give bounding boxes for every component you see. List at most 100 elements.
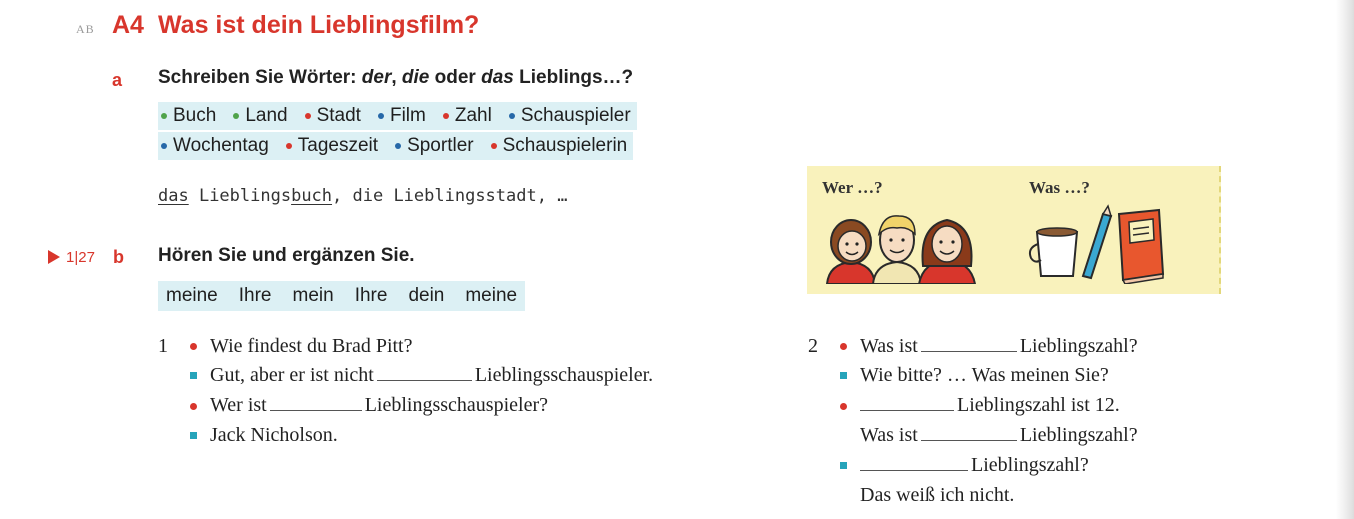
speaker-a-bullet-icon <box>190 343 197 350</box>
speaker-b-bullet-icon <box>840 372 847 379</box>
dialog-text: Lieblingszahl? <box>1019 424 1138 446</box>
dialog-line: Wie findest du Brad Pitt? <box>210 335 413 358</box>
example-article: das <box>158 186 189 206</box>
speaker-b-bullet-icon <box>190 372 197 379</box>
dialog-line: Wer ist Lieblingsschauspieler? <box>210 394 548 417</box>
people-illustration-icon <box>825 215 977 284</box>
word-chip-label: Film <box>389 105 426 126</box>
task-number: A4 <box>112 11 144 39</box>
dialog-text: Lieblingszahl ist 12. <box>957 394 1120 416</box>
dialog-text: Gut, aber er ist nicht <box>210 364 374 386</box>
info-box-who: Wer …? <box>822 178 883 197</box>
dialog-text: Lieblingszahl? <box>1019 335 1138 357</box>
dialog-text: Wer ist <box>210 394 267 416</box>
task-title: Was ist dein Lieblingsfilm? <box>158 11 480 39</box>
word-chips-row-1: Buch Land Stadt Film Zahl Schauspieler <box>158 102 637 130</box>
answer-blank[interactable] <box>860 409 954 411</box>
dialog-text: Lieblingsschauspieler? <box>364 394 548 416</box>
word-bank-item: meine <box>465 285 518 306</box>
dialog-text: Jack Nicholson. <box>210 424 338 446</box>
dialog-text: Was ist <box>860 424 918 446</box>
page-edge-shadow <box>1336 0 1354 519</box>
word-chips-row-2: Wochentag Tageszeit Sportler Schauspielerin <box>158 132 634 160</box>
word-chip-label: Schauspieler <box>520 105 631 126</box>
word-chip: Zahl <box>442 105 492 127</box>
dialog-number: 1 <box>158 335 168 357</box>
word-chip-label: Tageszeit <box>297 135 379 156</box>
word-chip-label: Sportler <box>407 135 474 156</box>
answer-blank[interactable] <box>920 350 1017 352</box>
word-chip: Schauspieler <box>508 105 631 127</box>
subtask-letter-b: b <box>113 247 124 267</box>
word-chip: Tageszeit <box>285 135 379 157</box>
word-chip: Schauspielerin <box>490 135 628 157</box>
answer-blank[interactable] <box>860 469 968 471</box>
speaker-a-bullet-icon <box>840 403 847 410</box>
gender-dot-icon <box>233 113 240 119</box>
speaker-b-bullet-icon <box>190 432 197 439</box>
example-word: buch <box>291 186 333 206</box>
word-chip: Land <box>233 105 288 127</box>
speaker-a-bullet-icon <box>190 403 197 410</box>
word-chip: Sportler <box>395 135 474 157</box>
workbook-reference: AB <box>76 22 95 36</box>
instruction-die: die <box>401 67 430 88</box>
dialog-line: Jack Nicholson. <box>210 424 338 447</box>
dialog-text: Lieblingsschauspieler. <box>474 364 654 386</box>
gender-dot-icon <box>304 113 311 119</box>
subtask-b-instruction: Hören Sie und ergänzen Sie. <box>158 245 415 266</box>
info-box-what: Was …? <box>1029 178 1090 197</box>
dialog-line: Gut, aber er ist nicht Lieblingsschauspi… <box>210 364 653 387</box>
dialog-text: Lieblingszahl? <box>971 454 1089 476</box>
gender-dot-icon <box>161 113 167 119</box>
gender-dot-icon <box>377 113 384 119</box>
subtask-letter-a: a <box>112 70 123 90</box>
gender-dot-icon <box>442 113 449 119</box>
word-bank-item: Ihre <box>354 285 388 306</box>
instruction-der: der <box>361 67 392 88</box>
instruction-text: Schreiben Sie Wörter: <box>158 67 362 88</box>
dialog-line: Was ist Lieblingszahl? <box>860 335 1138 358</box>
instruction-das: das <box>481 67 514 88</box>
word-bank-item: Ihre <box>238 285 272 306</box>
dialog-text: Wie bitte? … Was meinen Sie? <box>860 364 1109 386</box>
word-chip-label: Schauspielerin <box>502 135 628 156</box>
word-chip: Wochentag <box>161 135 269 157</box>
dialog-text: Das weiß ich nicht. <box>860 484 1015 506</box>
word-chip: Stadt <box>304 105 361 127</box>
word-chip: Buch <box>161 105 216 127</box>
example-text: , die Lieblingsstadt, … <box>332 186 568 206</box>
dialog-text: Was ist <box>860 335 918 357</box>
audio-track-number: 1|27 <box>66 249 95 266</box>
dialog-text: Wie findest du Brad Pitt? <box>210 335 413 357</box>
word-chip: Film <box>377 105 426 127</box>
example-answer: das Lieblingsbuch, die Lieblingsstadt, … <box>158 186 567 206</box>
word-bank-item: meine <box>166 285 218 306</box>
speaker-a-bullet-icon <box>840 343 847 350</box>
gender-dot-icon <box>508 113 515 119</box>
answer-blank[interactable] <box>269 409 362 411</box>
word-bank-item: dein <box>408 285 445 306</box>
instruction-text: Lieblings…? <box>513 67 634 88</box>
instruction-text: , <box>391 67 402 88</box>
info-box: Wer …? Was …? <box>807 166 1221 294</box>
word-chip-label: Zahl <box>454 105 492 126</box>
dialog-line: Wie bitte? … Was meinen Sie? <box>860 364 1109 387</box>
dialog-line: Lieblingszahl? <box>860 454 1089 477</box>
speaker-b-bullet-icon <box>840 462 847 469</box>
word-chip-label: Buch <box>173 105 217 126</box>
dialog-line: Lieblingszahl ist 12. <box>860 394 1120 417</box>
word-chip-label: Stadt <box>316 105 361 126</box>
dialog-line: Das weiß ich nicht. <box>860 484 1014 507</box>
audio-play-icon[interactable] <box>48 250 60 264</box>
word-bank-item: mein <box>292 285 334 306</box>
gender-dot-icon <box>285 143 292 149</box>
answer-blank[interactable] <box>376 379 472 381</box>
objects-illustration-icon <box>1028 204 1165 284</box>
dialog-number: 2 <box>808 335 818 357</box>
word-bank: meine Ihre mein Ihre dein meine <box>158 281 526 311</box>
answer-blank[interactable] <box>920 439 1017 441</box>
gender-dot-icon <box>490 143 497 149</box>
gender-dot-icon <box>161 143 167 149</box>
word-chip-label: Wochentag <box>173 135 269 156</box>
